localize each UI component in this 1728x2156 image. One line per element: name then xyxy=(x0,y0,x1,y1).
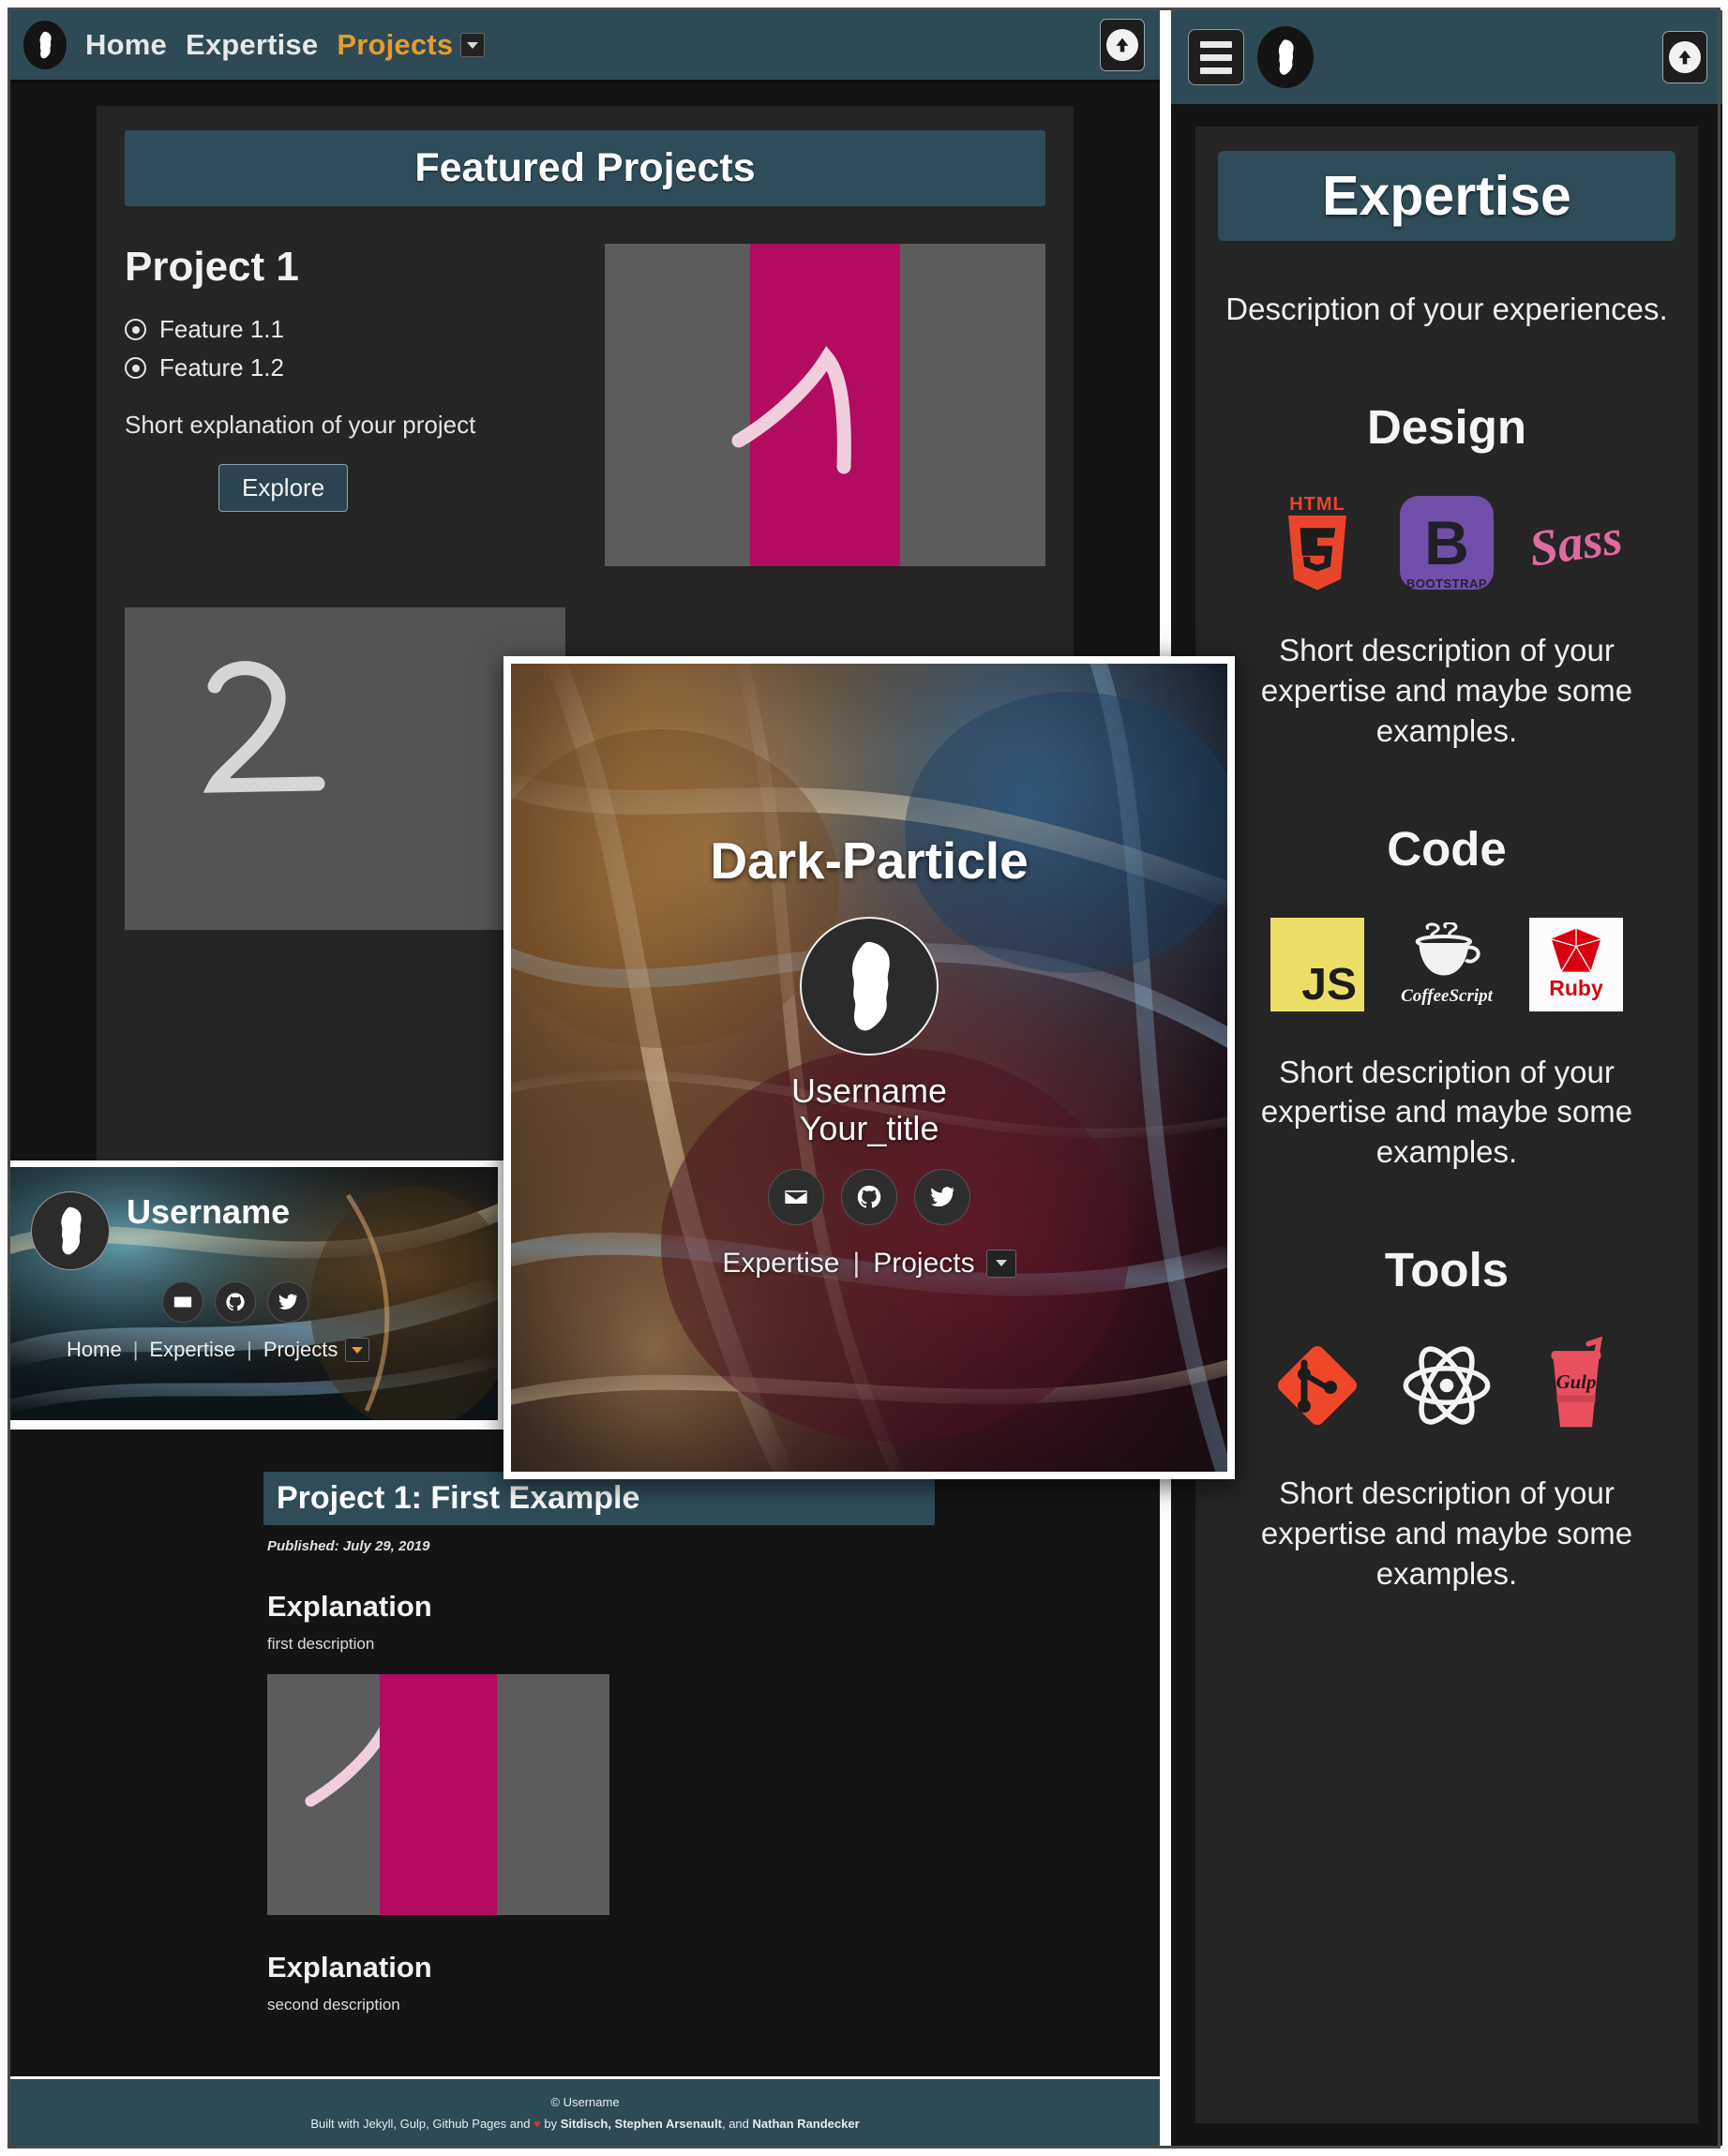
avatar[interactable] xyxy=(800,917,939,1056)
modal-title: Dark-Particle xyxy=(710,831,1029,890)
dark-particle-modal: Dark-Particle Username Your_title Expert… xyxy=(503,656,1235,1479)
divider: | xyxy=(852,1247,861,1279)
modal-content: Dark-Particle Username Your_title Expert… xyxy=(511,664,1227,1472)
username-label: Username xyxy=(790,1071,948,1110)
user-title-label: Your_title xyxy=(799,1109,939,1148)
social-links xyxy=(768,1168,970,1225)
nav-item-expertise[interactable]: Expertise xyxy=(722,1248,839,1280)
nav-item-projects[interactable]: Projects xyxy=(873,1248,974,1280)
email-icon[interactable] xyxy=(768,1168,824,1225)
modal-nav: Expertise | Projects xyxy=(722,1247,1016,1280)
modal-inner: Dark-Particle Username Your_title Expert… xyxy=(511,664,1227,1472)
twitter-icon[interactable] xyxy=(914,1168,970,1225)
screenshot-stage: Home Expertise Projects Featured Project… xyxy=(0,0,1728,2156)
github-icon[interactable] xyxy=(841,1168,897,1225)
chevron-down-icon[interactable] xyxy=(985,1249,1016,1278)
